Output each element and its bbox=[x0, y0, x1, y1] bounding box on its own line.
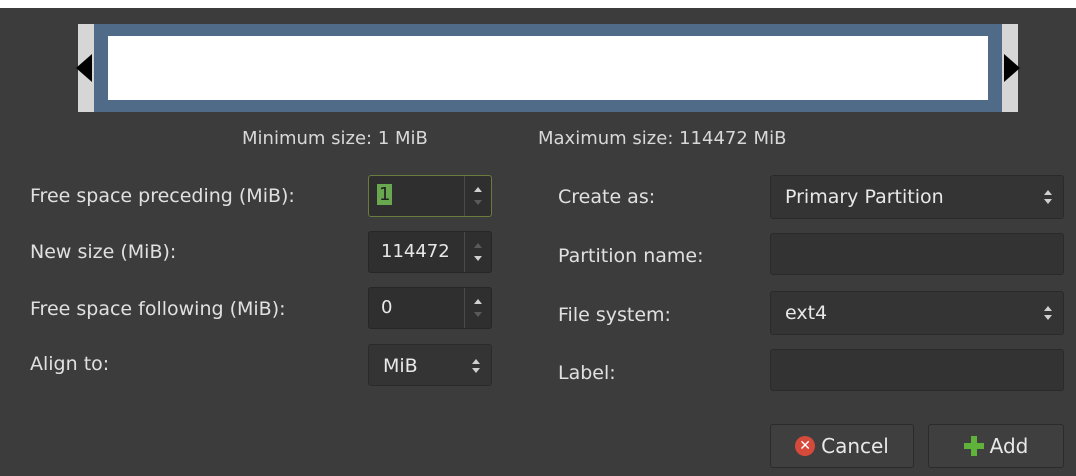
resize-right-handle-icon[interactable] bbox=[1004, 54, 1020, 82]
increment-icon[interactable] bbox=[474, 243, 482, 248]
partition-frame[interactable] bbox=[94, 24, 1002, 112]
create-as-select[interactable]: Primary Partition bbox=[770, 175, 1064, 219]
free-space-preceding-steppers[interactable] bbox=[464, 176, 491, 216]
increment-icon[interactable] bbox=[474, 299, 482, 304]
resize-left-handle-icon[interactable] bbox=[76, 54, 92, 82]
free-space-preceding-value[interactable]: 1 bbox=[377, 184, 393, 205]
create-as-value: Primary Partition bbox=[785, 186, 944, 208]
partition-resize-bar[interactable] bbox=[76, 24, 1020, 112]
align-to-label: Align to: bbox=[30, 353, 110, 375]
updown-arrows-icon bbox=[471, 357, 481, 377]
cancel-button-label: Cancel bbox=[821, 434, 889, 458]
free-space-preceding-label: Free space preceding (MiB): bbox=[30, 185, 295, 207]
cancel-button[interactable]: ✕ Cancel bbox=[770, 424, 914, 468]
new-size-steppers[interactable] bbox=[464, 232, 491, 272]
decrement-icon[interactable] bbox=[474, 200, 482, 205]
increment-icon[interactable] bbox=[474, 187, 482, 192]
cancel-icon: ✕ bbox=[795, 436, 816, 456]
add-icon bbox=[963, 436, 984, 456]
add-button-label: Add bbox=[989, 434, 1029, 458]
maximum-size-text: Maximum size: 114472 MiB bbox=[538, 128, 787, 149]
free-space-following-spinner[interactable]: 0 bbox=[368, 287, 492, 329]
free-space-preceding-spinner[interactable]: 1 bbox=[368, 175, 492, 217]
free-space-following-value[interactable]: 0 bbox=[381, 297, 392, 318]
label-input[interactable] bbox=[770, 349, 1064, 391]
minimum-size-text: Minimum size: 1 MiB bbox=[242, 128, 428, 149]
align-to-value: MiB bbox=[383, 355, 418, 377]
align-to-select[interactable]: MiB bbox=[368, 344, 492, 386]
updown-arrows-icon bbox=[1043, 304, 1053, 324]
new-size-value[interactable]: 114472 bbox=[381, 241, 450, 262]
top-edge bbox=[0, 0, 1076, 8]
file-system-label: File system: bbox=[558, 304, 671, 326]
decrement-icon[interactable] bbox=[474, 256, 482, 261]
free-space-following-steppers[interactable] bbox=[464, 288, 491, 328]
partition-name-label: Partition name: bbox=[558, 245, 704, 267]
file-system-select[interactable]: ext4 bbox=[770, 291, 1064, 335]
new-size-label: New size (MiB): bbox=[30, 241, 177, 263]
file-system-value: ext4 bbox=[785, 302, 828, 324]
decrement-icon[interactable] bbox=[474, 312, 482, 317]
partition-name-input[interactable] bbox=[770, 233, 1064, 275]
updown-arrows-icon bbox=[1043, 188, 1053, 208]
create-partition-dialog: Minimum size: 1 MiB Maximum size: 114472… bbox=[0, 0, 1076, 476]
new-size-spinner[interactable]: 114472 bbox=[368, 231, 492, 273]
add-button[interactable]: Add bbox=[928, 424, 1064, 468]
partition-area bbox=[108, 36, 988, 100]
free-space-following-label: Free space following (MiB): bbox=[30, 298, 286, 320]
create-as-label: Create as: bbox=[558, 186, 656, 208]
label-field-label: Label: bbox=[558, 362, 616, 384]
